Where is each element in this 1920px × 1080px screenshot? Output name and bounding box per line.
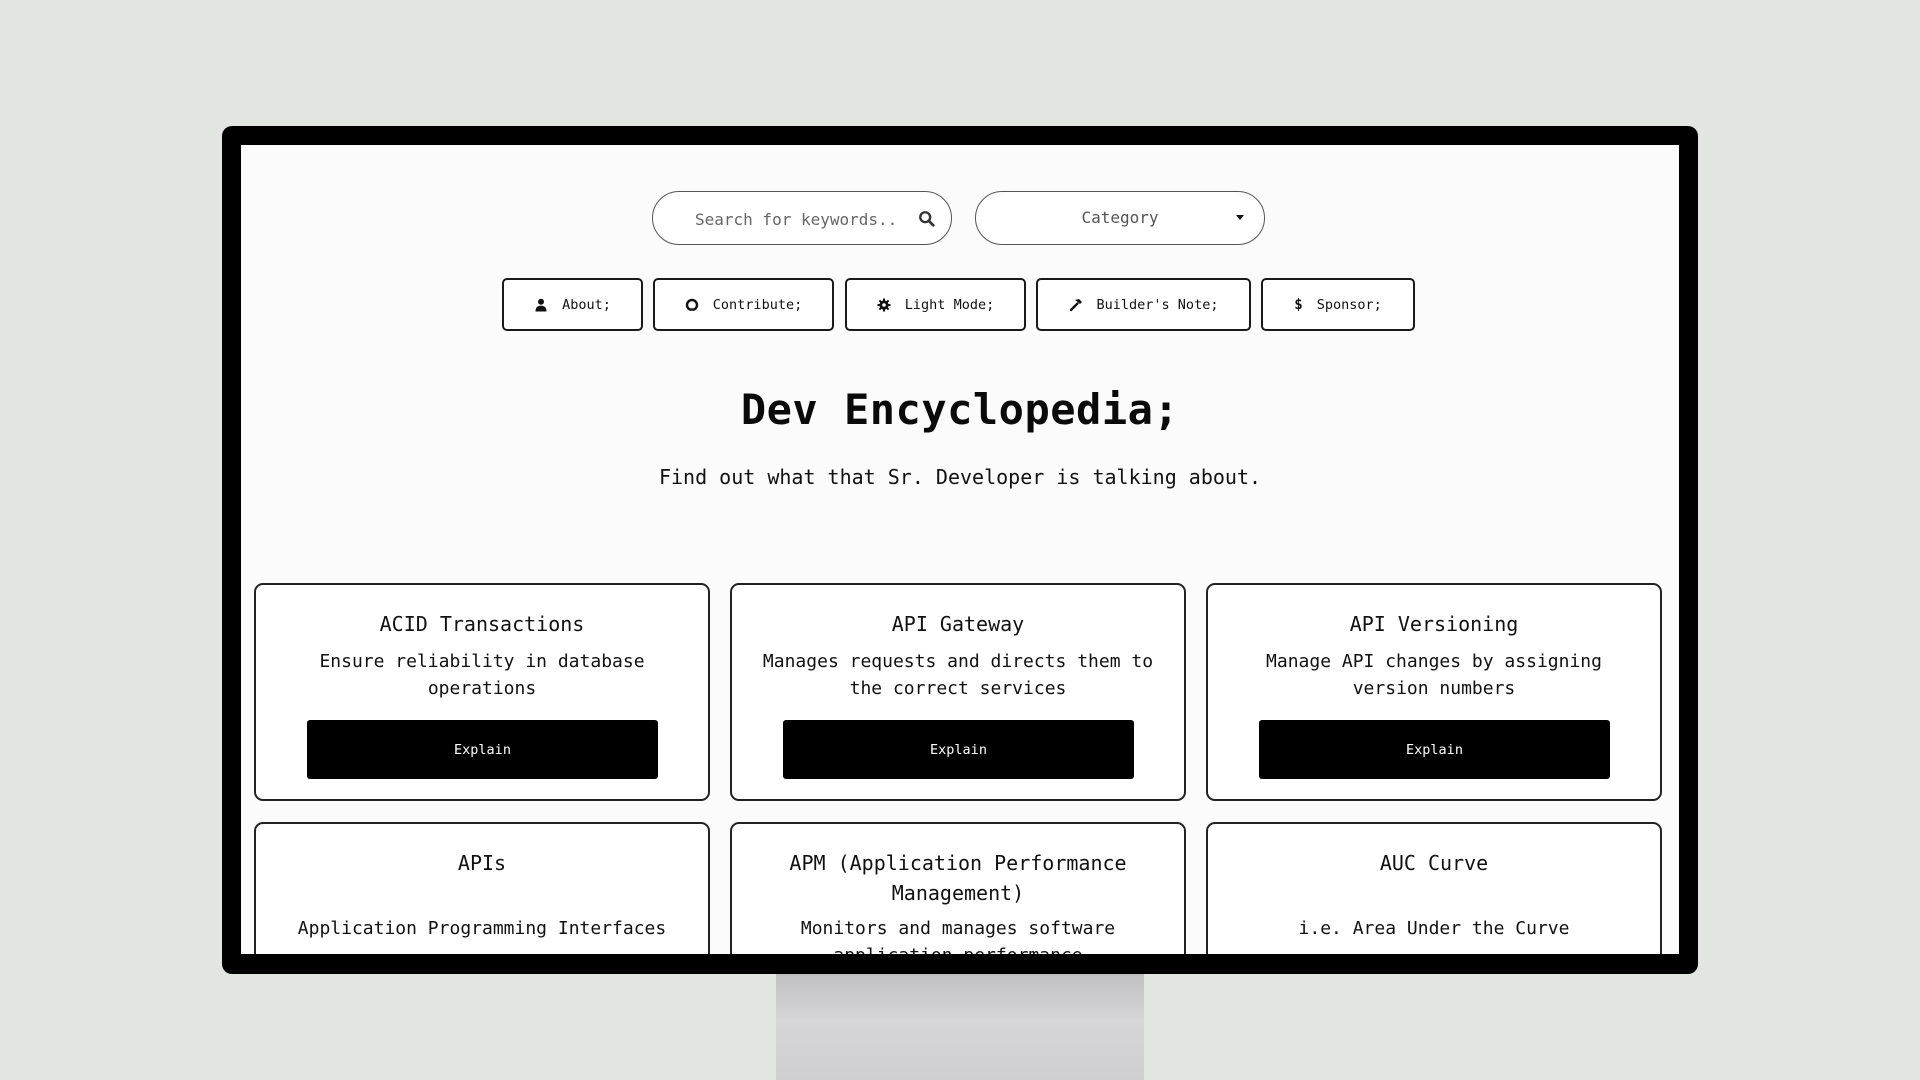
gear-icon bbox=[877, 298, 891, 311]
card-description: Application Programming Interfaces bbox=[297, 918, 667, 939]
card-description: i.e. Area Under the Curve bbox=[1298, 918, 1570, 939]
github-icon bbox=[685, 298, 698, 311]
screen: Category About; Contribute; bbox=[241, 145, 1679, 954]
contribute-button[interactable]: Contribute; bbox=[653, 278, 834, 331]
about-button[interactable]: About; bbox=[502, 278, 643, 331]
term-card: API Versioning Manage API changes by ass… bbox=[1206, 583, 1662, 801]
caret-down-icon bbox=[1236, 215, 1244, 220]
card-title: AUC Curve bbox=[1379, 851, 1489, 875]
search-input[interactable] bbox=[693, 192, 907, 246]
sponsor-label: Sponsor; bbox=[1316, 296, 1382, 313]
term-card: ACID Transactions Ensure reliability in … bbox=[254, 583, 710, 801]
about-label: About; bbox=[562, 296, 611, 313]
user-icon bbox=[535, 298, 547, 311]
contribute-label: Contribute; bbox=[712, 296, 803, 313]
card-description: Monitors and manages software applicatio… bbox=[800, 918, 1116, 954]
card-description: Manages requests and directs them to the… bbox=[762, 651, 1154, 699]
light-mode-label: Light Mode; bbox=[904, 296, 995, 313]
search-icon[interactable] bbox=[918, 210, 936, 228]
term-card: AUC Curve i.e. Area Under the Curve bbox=[1206, 822, 1662, 954]
term-card: API Gateway Manages requests and directs… bbox=[730, 583, 1186, 801]
term-card: APIs Application Programming Interfaces bbox=[254, 822, 710, 954]
category-select[interactable]: Category bbox=[975, 191, 1265, 245]
card-description: Manage API changes by assigning version … bbox=[1266, 651, 1602, 699]
explain-button[interactable]: Explain bbox=[307, 720, 658, 779]
card-title: API Gateway bbox=[891, 612, 1025, 636]
explain-button[interactable]: Explain bbox=[783, 720, 1134, 779]
light-mode-button[interactable]: Light Mode; bbox=[845, 278, 1026, 331]
monitor-frame: Category About; Contribute; bbox=[222, 126, 1698, 974]
card-title: API Versioning bbox=[1349, 612, 1519, 636]
builders-note-button[interactable]: Builder's Note; bbox=[1036, 278, 1251, 331]
monitor-stand bbox=[776, 972, 1144, 1080]
sponsor-button[interactable]: $ Sponsor; bbox=[1261, 278, 1415, 331]
explain-button[interactable]: Explain bbox=[1259, 720, 1610, 779]
dollar-icon: $ bbox=[1294, 296, 1303, 313]
card-title: ACID Transactions bbox=[379, 612, 585, 636]
hammer-icon bbox=[1069, 298, 1082, 311]
builders-note-label: Builder's Note; bbox=[1096, 296, 1219, 313]
card-description: Ensure reliability in database operation… bbox=[319, 651, 645, 699]
page-title: Dev Encyclopedia; bbox=[740, 385, 1180, 434]
search-box[interactable] bbox=[652, 191, 952, 246]
card-title: APM (Application Performance Management) bbox=[789, 851, 1127, 905]
category-selected-value: Category bbox=[1081, 208, 1159, 227]
term-card: APM (Application Performance Management)… bbox=[730, 822, 1186, 954]
page-subtitle: Find out what that Sr. Developer is talk… bbox=[658, 465, 1262, 489]
card-title: APIs bbox=[457, 851, 507, 875]
